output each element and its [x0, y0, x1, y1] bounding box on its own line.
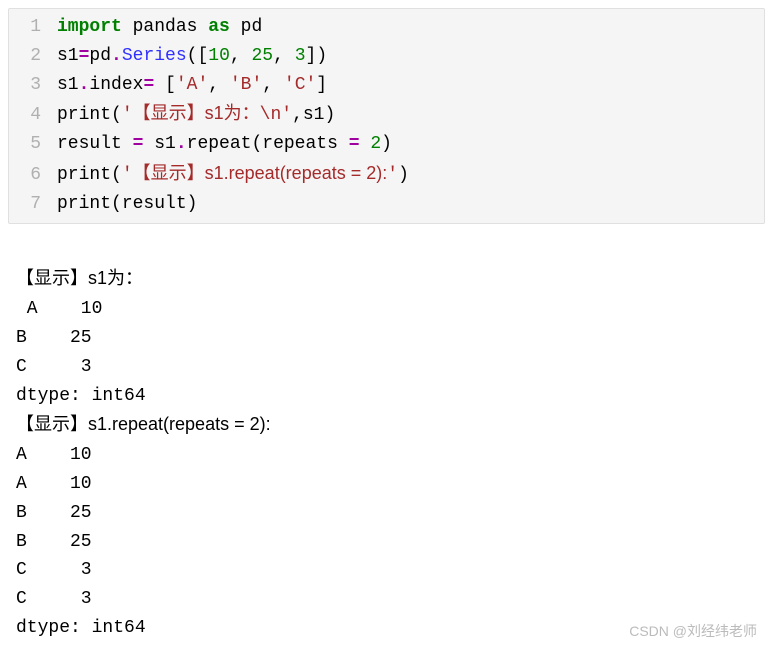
code-content: print(result) — [57, 190, 197, 219]
line-number: 6 — [13, 161, 57, 190]
output-line: A 10 — [16, 445, 92, 465]
code-line: 6print('【显示】s1.repeat(repeats = 2):') — [9, 159, 764, 190]
watermark: CSDN @刘经纬老师 — [629, 620, 757, 642]
output-line: B 25 — [16, 328, 92, 348]
output-line: B 25 — [16, 503, 92, 523]
code-line: 5result = s1.repeat(repeats = 2) — [9, 130, 764, 159]
output-line: A 10 — [16, 474, 92, 494]
line-number: 7 — [13, 190, 57, 219]
output-line: B 25 — [16, 532, 92, 552]
code-content: print('【显示】s1.repeat(repeats = 2):') — [57, 159, 409, 190]
code-content: import pandas as pd — [57, 13, 262, 42]
code-content: result = s1.repeat(repeats = 2) — [57, 130, 392, 159]
line-number: 1 — [13, 13, 57, 42]
output-line: C 3 — [16, 589, 92, 609]
code-line: 7print(result) — [9, 190, 764, 219]
output-line: 【显示】s1.repeat(repeats = 2): — [16, 414, 271, 434]
code-block: 1import pandas as pd2s1=pd.Series([10, 2… — [8, 8, 765, 224]
output-line: C 3 — [16, 357, 92, 377]
code-line: 4print('【显示】s1为：\n',s1) — [9, 99, 764, 130]
output-line: dtype: int64 — [16, 618, 146, 638]
line-number: 4 — [13, 101, 57, 130]
output-line: dtype: int64 — [16, 386, 146, 406]
line-number: 5 — [13, 130, 57, 159]
output-block: 【显示】s1为： A 10 B 25 C 3 dtype: int64 【显示】… — [8, 232, 765, 647]
code-content: s1=pd.Series([10, 25, 3]) — [57, 42, 327, 71]
code-content: print('【显示】s1为：\n',s1) — [57, 99, 335, 130]
output-line: C 3 — [16, 560, 92, 580]
line-number: 2 — [13, 42, 57, 71]
line-number: 3 — [13, 71, 57, 100]
code-line: 3s1.index= ['A', 'B', 'C'] — [9, 71, 764, 100]
code-content: s1.index= ['A', 'B', 'C'] — [57, 71, 327, 100]
output-line: A 10 — [16, 299, 102, 319]
code-line: 2s1=pd.Series([10, 25, 3]) — [9, 42, 764, 71]
output-line: 【显示】s1为： — [16, 268, 143, 288]
code-line: 1import pandas as pd — [9, 13, 764, 42]
